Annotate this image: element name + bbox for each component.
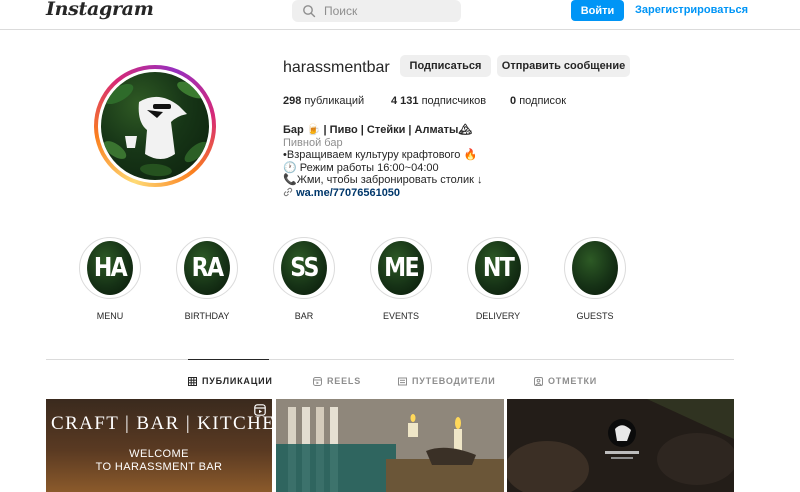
posts-count-stat: 298 публикаций [283, 95, 364, 107]
followers-label: подписчиков [421, 95, 487, 107]
active-tab-indicator [188, 359, 269, 360]
bio-name: Бар 🍺 | Пиво | Стейки | Алматы🏔 [283, 124, 473, 136]
highlight-birthday[interactable]: RA BIRTHDAY [175, 237, 239, 321]
highlight-cover: RA [184, 241, 230, 295]
highlight-ring: SS [273, 237, 335, 299]
highlight-bar[interactable]: SS BAR [272, 237, 336, 321]
profile-bio: Бар 🍺 | Пиво | Стейки | Алматы🏔 Пивной б… [283, 124, 483, 199]
tab-label: REELS [327, 376, 362, 386]
avatar-border [98, 69, 212, 183]
post-thumbnail[interactable] [276, 399, 504, 492]
follow-button[interactable]: Подписаться [400, 55, 491, 77]
tab-label: ПУТЕВОДИТЕЛИ [412, 376, 496, 386]
followers-count: 4 131 [391, 95, 419, 107]
bio-line: 🕐 Режим работы 16:00~04:00 [283, 161, 439, 174]
highlight-ring [564, 237, 626, 299]
reels-icon [313, 376, 322, 386]
avatar-logo-art [103, 81, 208, 177]
tabs-divider [46, 359, 734, 360]
tag-icon [534, 376, 543, 386]
highlight-ring: RA [176, 237, 238, 299]
highlight-cover: HA [87, 241, 133, 295]
highlight-events[interactable]: ME EVENTS [369, 237, 433, 321]
search-box[interactable] [292, 0, 461, 22]
tab-tagged[interactable]: ОТМЕТКИ [534, 376, 597, 386]
reels-icon [254, 404, 266, 416]
post-caption: WELCOME TO HARASSMENT BAR [46, 448, 272, 474]
tab-label: ПУБЛИКАЦИИ [202, 376, 273, 386]
highlight-cover: ME [378, 241, 424, 295]
post-title-text: CRAFT | BAR | KITCHEN [51, 413, 272, 434]
tab-label: ОТМЕТКИ [548, 376, 598, 386]
highlight-cover: NT [475, 241, 521, 295]
highlight-ring: ME [370, 237, 432, 299]
avatar[interactable] [101, 72, 209, 180]
following-count-stat[interactable]: 0 подписок [510, 95, 566, 107]
link-icon [283, 187, 293, 196]
login-button[interactable]: Войти [571, 0, 624, 21]
instagram-logo[interactable]: Instagram [46, 0, 154, 20]
post-thumbnail[interactable]: CRAFT | BAR | KITCHEN WELCOME TO HARASSM… [46, 399, 272, 492]
highlight-cover: SS [281, 241, 327, 295]
highlight-ring: HA [79, 237, 141, 299]
highlight-label: MENU [96, 311, 124, 321]
highlight-label: DELIVERY [475, 311, 521, 321]
post-caption-line: TO HARASSMENT BAR [95, 461, 223, 473]
search-input[interactable] [324, 2, 454, 20]
following-label: подписок [519, 95, 567, 107]
profile-avatar-ring[interactable] [94, 65, 216, 187]
bio-line: •Взращиваем культуру крафтового 🔥 [283, 149, 478, 161]
highlight-ring: NT [467, 237, 529, 299]
post-image-candles [276, 399, 504, 492]
send-message-button[interactable]: Отправить сообщение [497, 55, 630, 77]
highlight-cover [572, 241, 618, 295]
register-link[interactable]: Зарегистрироваться [635, 4, 748, 16]
posts-count: 298 [283, 95, 302, 107]
highlight-label: EVENTS [382, 311, 419, 321]
highlight-label: BAR [294, 311, 314, 321]
profile-username: harassmentbar [283, 59, 390, 76]
search-icon [303, 5, 316, 18]
post-image-bar-interior [507, 399, 734, 492]
highlight-label: GUESTS [576, 311, 614, 321]
bio-line: 📞Жми, чтобы забронировать столик ↓ [283, 174, 483, 186]
highlight-label: BIRTHDAY [184, 311, 230, 321]
bio-link-row[interactable]: wa.me/77076561050 [283, 187, 483, 200]
highlight-delivery[interactable]: NT DELIVERY [466, 237, 530, 321]
followers-count-stat[interactable]: 4 131 подписчиков [391, 95, 486, 107]
tab-guides[interactable]: ПУТЕВОДИТЕЛИ [398, 376, 496, 386]
tab-reels[interactable]: REELS [313, 376, 361, 386]
post-thumbnail[interactable] [507, 399, 734, 492]
grid-icon [188, 376, 197, 386]
posts-label: публикаций [304, 95, 365, 107]
highlight-menu[interactable]: HA MENU [78, 237, 142, 321]
bio-website-link[interactable]: wa.me/77076561050 [296, 187, 400, 199]
following-count: 0 [510, 95, 517, 107]
top-navigation-bar: Instagram Войти Зарегистрироваться [0, 0, 800, 30]
guide-icon [398, 377, 407, 385]
tab-publications[interactable]: ПУБЛИКАЦИИ [188, 376, 273, 386]
post-caption-line: WELCOME [129, 448, 189, 460]
bio-category: Пивной бар [283, 136, 343, 149]
highlight-guests[interactable]: GUESTS [563, 237, 627, 321]
